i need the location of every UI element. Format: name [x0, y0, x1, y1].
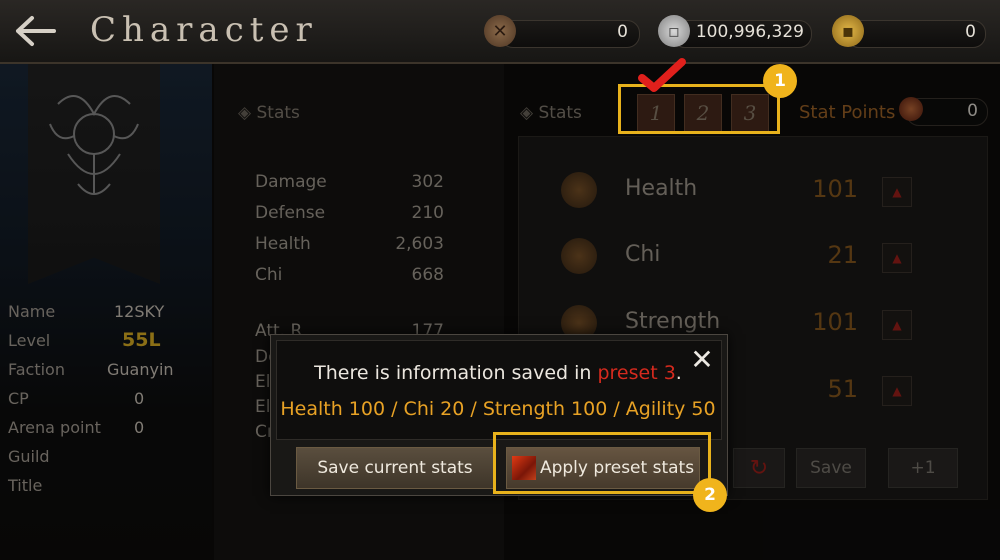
- back-arrow-icon[interactable]: [12, 14, 56, 48]
- token-value: 0: [617, 22, 628, 42]
- dialog-message-preset: preset 3: [597, 362, 676, 384]
- preset-dialog-message-area: [276, 340, 722, 440]
- dialog-message-prefix: There is information saved in: [314, 362, 598, 384]
- dialog-message-suffix: .: [675, 362, 682, 384]
- apply-button-highlight: [493, 432, 711, 494]
- gold-value: 0: [965, 22, 976, 42]
- gold-coin-icon: ▪: [832, 15, 864, 47]
- step-badge-1: 1: [763, 64, 797, 98]
- step-badge-2: 2: [693, 478, 727, 512]
- dialog-preset-stats: Health 100 / Chi 20 / Strength 100 / Agi…: [280, 398, 716, 420]
- token-icon: ✕: [484, 15, 516, 47]
- dialog-message: There is information saved in preset 3.: [276, 362, 720, 384]
- silver-coin-icon: ▫: [658, 15, 690, 47]
- save-current-stats-button[interactable]: Save current stats: [296, 447, 494, 489]
- checkmark-icon: [638, 58, 686, 92]
- page-title: Character: [90, 10, 318, 50]
- save-current-stats-label: Save current stats: [317, 458, 473, 478]
- silver-value: 100,996,329: [695, 22, 804, 42]
